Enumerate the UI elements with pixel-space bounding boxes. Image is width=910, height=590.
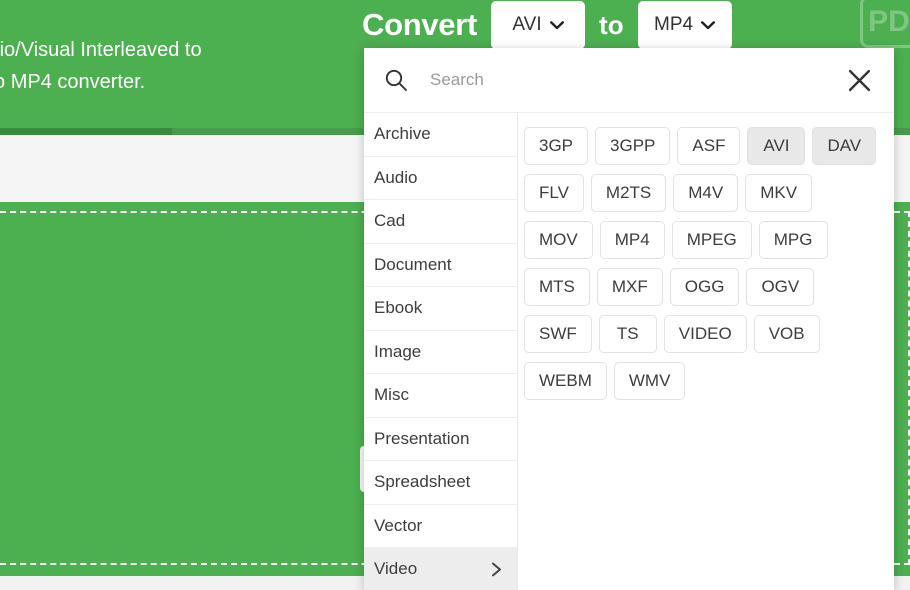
- category-label: Ebook: [374, 298, 422, 318]
- category-label: Image: [374, 342, 421, 362]
- to-label: to: [599, 10, 624, 41]
- chevron-right-icon: [490, 562, 503, 577]
- pdf-logo-icon: PD: [860, 0, 910, 48]
- format-chip-video[interactable]: VIDEO: [664, 315, 747, 353]
- format-chip-ogg[interactable]: OGG: [670, 268, 740, 306]
- source-format-label: AVI: [512, 14, 541, 36]
- category-item-audio[interactable]: Audio: [364, 157, 517, 201]
- format-chip-mkv[interactable]: MKV: [745, 174, 812, 212]
- category-item-video[interactable]: Video: [364, 548, 517, 590]
- format-chip-ts[interactable]: TS: [599, 315, 657, 353]
- close-icon: [847, 68, 872, 93]
- format-chip-wmv[interactable]: WMV: [614, 362, 686, 400]
- convert-controls: Convert AVI to MP4: [362, 0, 732, 50]
- format-chip-vob[interactable]: VOB: [754, 315, 820, 353]
- category-label: Spreadsheet: [374, 472, 470, 492]
- converter-description: Audio/Visual Interleaved to VI to MP4 co…: [0, 34, 364, 98]
- format-chip-ogv[interactable]: OGV: [746, 268, 814, 306]
- format-chip-m4v[interactable]: M4V: [673, 174, 738, 212]
- format-chip-3gpp[interactable]: 3GPP: [595, 127, 670, 165]
- category-label: Presentation: [374, 429, 469, 449]
- pdf-logo-text: PD: [868, 5, 910, 39]
- format-chip-3gp[interactable]: 3GP: [524, 127, 588, 165]
- category-item-presentation[interactable]: Presentation: [364, 418, 517, 462]
- chevron-down-icon: [550, 21, 564, 30]
- format-picker-body: Archive Audio Cad Document Ebook Image Misc Pre…: [364, 113, 894, 590]
- progress-strip-fill: [0, 128, 172, 135]
- category-label: Misc: [374, 385, 409, 405]
- format-chip-avi[interactable]: AVI: [747, 127, 805, 165]
- close-picker-button[interactable]: [842, 63, 876, 97]
- convert-title: Convert: [362, 7, 477, 43]
- target-format-label: MP4: [654, 14, 693, 36]
- category-label: Document: [374, 255, 451, 275]
- category-item-misc[interactable]: Misc: [364, 374, 517, 418]
- source-format-dropdown[interactable]: AVI: [491, 1, 585, 49]
- category-item-archive[interactable]: Archive: [364, 113, 517, 157]
- format-chip-asf[interactable]: ASF: [677, 127, 740, 165]
- category-item-cad[interactable]: Cad: [364, 200, 517, 244]
- format-chip-mov[interactable]: MOV: [524, 221, 593, 259]
- search-input[interactable]: [430, 70, 842, 90]
- category-label: Vector: [374, 516, 422, 536]
- category-label: Archive: [374, 124, 431, 144]
- format-search-bar: [364, 48, 894, 113]
- format-grid: 3GP3GPPASFAVIDAVFLVM2TSM4VMKVMOVMP4MPEGM…: [518, 113, 894, 590]
- category-item-spreadsheet[interactable]: Spreadsheet: [364, 461, 517, 505]
- search-icon: [384, 68, 408, 92]
- target-format-dropdown[interactable]: MP4: [638, 1, 732, 49]
- format-chip-mpeg[interactable]: MPEG: [672, 221, 752, 259]
- format-picker-panel: Archive Audio Cad Document Ebook Image Misc Pre…: [364, 48, 894, 590]
- format-chip-mpg[interactable]: MPG: [759, 221, 828, 259]
- format-chip-m2ts[interactable]: M2TS: [591, 174, 666, 212]
- format-chip-mxf[interactable]: MXF: [597, 268, 663, 306]
- chevron-down-icon: [701, 21, 715, 30]
- format-chip-flv[interactable]: FLV: [524, 174, 584, 212]
- category-label: Cad: [374, 211, 405, 231]
- format-chip-swf[interactable]: SWF: [524, 315, 592, 353]
- category-item-ebook[interactable]: Ebook: [364, 287, 517, 331]
- category-item-document[interactable]: Document: [364, 244, 517, 288]
- page-root: Audio/Visual Interleaved to VI to MP4 co…: [0, 0, 910, 590]
- format-chip-webm[interactable]: WEBM: [524, 362, 607, 400]
- category-item-image[interactable]: Image: [364, 331, 517, 375]
- category-label: Video: [374, 559, 417, 579]
- format-chip-dav[interactable]: DAV: [812, 127, 876, 165]
- format-chip-mp4[interactable]: MP4: [600, 221, 665, 259]
- format-chip-mts[interactable]: MTS: [524, 268, 590, 306]
- category-item-vector[interactable]: Vector: [364, 505, 517, 549]
- category-list: Archive Audio Cad Document Ebook Image Misc Pre…: [364, 113, 518, 590]
- category-label: Audio: [374, 168, 417, 188]
